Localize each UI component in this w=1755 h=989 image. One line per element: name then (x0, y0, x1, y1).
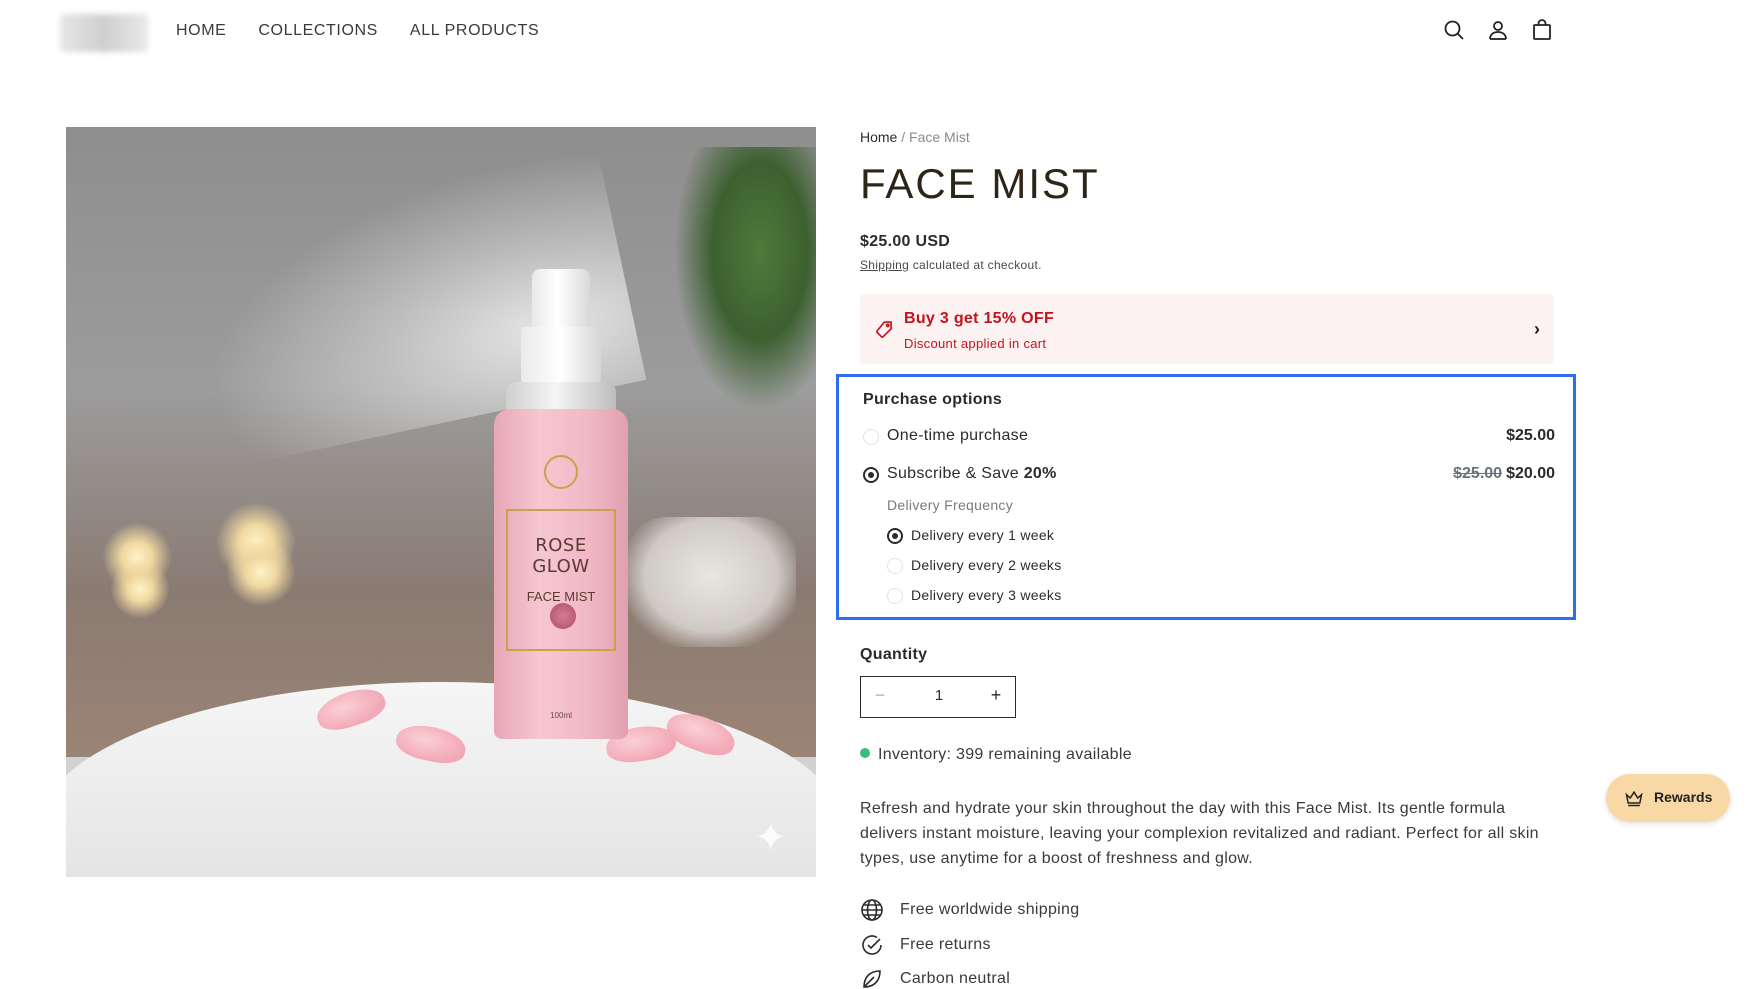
mist-bottle: ROSE GLOW FACE MIST 100ml (494, 409, 628, 739)
rewards-label: Rewards (1654, 789, 1713, 805)
header-icons (1442, 18, 1554, 42)
subscribe-percent: 20% (1023, 465, 1057, 482)
globe-icon (860, 898, 884, 922)
nav-home[interactable]: HOME (176, 22, 226, 40)
chevron-right-icon: › (1534, 319, 1540, 339)
purchase-options: Purchase options One-time purchase $25.0… (836, 374, 1576, 620)
bottle-collar (521, 327, 601, 383)
feature-text: Carbon neutral (900, 970, 1011, 987)
product-image[interactable]: ROSE GLOW FACE MIST 100ml ✦ (66, 127, 816, 877)
discount-title: Buy 3 get 15% OFF (904, 310, 1055, 327)
shipping-note: Shipping calculated at checkout. (860, 258, 1042, 272)
search-icon[interactable] (1442, 18, 1466, 42)
background-candle (110, 559, 170, 619)
breadcrumb-current: Face Mist (909, 129, 970, 145)
sparkle-icon: ✦ (754, 816, 788, 860)
store-logo[interactable] (60, 14, 148, 52)
marble-plate (66, 682, 816, 877)
site-header: HOME COLLECTIONS ALL PRODUCTS (0, 0, 1755, 64)
one-time-price: $25.00 (1506, 427, 1555, 444)
inventory-status: Inventory: 399 remaining available (860, 746, 1132, 764)
subscribe-label: Subscribe & Save 20% (887, 465, 1057, 483)
subscribe-radio[interactable] (863, 467, 879, 483)
breadcrumb-separator: / (901, 129, 906, 145)
feature-text: Free returns (900, 936, 991, 953)
cart-icon[interactable] (1530, 18, 1554, 42)
frequency-label: Delivery every 3 weeks (911, 587, 1062, 603)
breadcrumb: Home / Face Mist (860, 129, 970, 145)
subscribe-price: $25.00 $20.00 (1453, 465, 1555, 483)
subscribe-option[interactable]: Subscribe & Save 20% $25.00 $20.00 (863, 463, 1555, 487)
subscribe-new-price: $20.00 (1506, 465, 1555, 482)
one-time-purchase-option[interactable]: One-time purchase $25.00 (863, 425, 1555, 449)
quantity-decrease-button[interactable]: − (865, 685, 895, 706)
bottle-neck (506, 382, 616, 412)
frequency-radio[interactable] (887, 588, 903, 604)
check-circle-icon (860, 933, 884, 957)
frequency-option-2-weeks[interactable]: Delivery every 2 weeks (887, 555, 1287, 577)
bottle-label: ROSE GLOW FACE MIST (506, 509, 616, 651)
inventory-dot-icon (860, 748, 870, 758)
product-title: FACE MIST (860, 160, 1100, 207)
background-candle (226, 537, 296, 607)
frequency-option-3-weeks[interactable]: Delivery every 3 weeks (887, 585, 1287, 607)
nav-collections[interactable]: COLLECTIONS (258, 22, 378, 40)
frequency-radio[interactable] (887, 528, 903, 544)
discount-banner[interactable]: Buy 3 get 15% OFF Discount applied in ca… (860, 294, 1554, 364)
product-description: Refresh and hydrate your skin throughout… (860, 800, 1539, 867)
subscribe-old-price: $25.00 (1453, 465, 1503, 482)
inventory-text: Inventory: 399 remaining available (878, 746, 1132, 763)
one-time-label: One-time purchase (887, 427, 1029, 444)
rose-icon (550, 603, 576, 629)
bottle-volume: 100ml (550, 711, 572, 720)
bottle-cap (532, 269, 590, 329)
subscribe-label-text: Subscribe & Save (887, 465, 1024, 482)
quantity-label: Quantity (860, 646, 928, 663)
bottle-monogram (544, 455, 578, 489)
leaf-icon (860, 967, 884, 989)
main-nav: HOME COLLECTIONS ALL PRODUCTS (176, 22, 539, 40)
discount-subtitle: Discount applied in cart (904, 336, 1047, 351)
feature-text: Free worldwide shipping (900, 901, 1080, 918)
one-time-radio[interactable] (863, 429, 879, 445)
tag-icon (874, 320, 894, 340)
nav-all-products[interactable]: ALL PRODUCTS (410, 22, 539, 40)
rewards-button[interactable]: Rewards (1606, 774, 1730, 822)
purchase-options-title: Purchase options (863, 391, 1003, 408)
breadcrumb-home[interactable]: Home (860, 129, 897, 145)
frequency-option-1-week[interactable]: Delivery every 1 week (887, 525, 1287, 547)
background-towel (626, 517, 796, 647)
account-icon[interactable] (1486, 18, 1510, 42)
quantity-input[interactable]: 1 (901, 687, 977, 704)
quantity-stepper: − 1 + (860, 676, 1016, 718)
shipping-text: calculated at checkout. (909, 258, 1042, 272)
crown-icon (1624, 788, 1644, 808)
shipping-link[interactable]: Shipping (860, 258, 909, 272)
frequency-radio[interactable] (887, 558, 903, 574)
product-price: $25.00 USD (860, 233, 951, 250)
delivery-frequency-label: Delivery Frequency (887, 497, 1013, 513)
background-plant (676, 147, 816, 407)
quantity-increase-button[interactable]: + (981, 685, 1011, 706)
frequency-label: Delivery every 2 weeks (911, 557, 1062, 573)
bottle-label-line1: ROSE GLOW (532, 535, 590, 577)
frequency-label: Delivery every 1 week (911, 527, 1055, 543)
bottle-label-line2: FACE MIST (526, 589, 596, 604)
